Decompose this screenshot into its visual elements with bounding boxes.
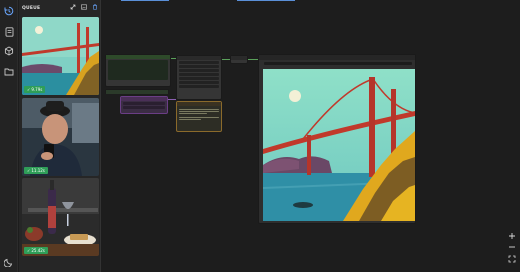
collapsed-node[interactable] [105,89,169,94]
queue-item[interactable]: ✓ 9.79s [22,17,99,95]
queue-panel: QUEUE ✓ 9.79s ✓ 11.12s ✓ 25.42s [19,0,101,272]
node-widget[interactable] [179,69,219,72]
vae-decode-node[interactable] [230,55,248,64]
queue-item-time: 25.42s [31,248,45,253]
folder-icon[interactable] [3,65,15,77]
history-icon[interactable] [3,5,15,17]
status-badge: ✓ 9.79s [24,86,46,93]
preview-image-node[interactable] [258,54,416,224]
check-icon: ✓ [27,248,31,253]
note-line [179,113,207,114]
moon-icon[interactable] [3,256,15,268]
node-header [231,56,247,60]
status-badge: ✓ 25.42s [24,247,48,254]
fit-view-icon[interactable] [508,255,516,263]
image-icon[interactable] [81,4,87,12]
queue-item[interactable]: ✓ 11.12s [22,98,99,176]
sampler-node[interactable] [176,55,222,100]
node-header [106,55,170,59]
node-widget[interactable] [179,61,219,64]
node-header [121,97,167,101]
node-widget[interactable] [179,77,219,80]
node-wire [222,59,230,60]
node-header [177,56,221,60]
tab-indicator [237,0,295,1]
node-widget[interactable] [179,81,219,84]
node-widget[interactable] [123,106,165,109]
status-badge: ✓ 11.12s [24,167,48,174]
queue-item-time: 11.12s [31,168,45,173]
node-widget[interactable] [123,102,165,105]
note-line [179,109,219,110]
queue-title: QUEUE [22,5,41,11]
trash-icon[interactable] [92,4,98,12]
node-wire [168,99,176,100]
queue-item[interactable]: ✓ 25.42s [22,178,99,256]
document-icon[interactable] [3,26,15,38]
app-window: QUEUE ✓ 9.79s ✓ 11.12s ✓ 25.42s [0,0,520,272]
node-widget[interactable] [264,62,412,65]
expand-icon[interactable] [70,4,76,12]
node-header [177,102,221,106]
node-widget[interactable] [179,85,219,88]
text-encode-node[interactable] [105,54,171,87]
check-icon: ✓ [27,87,31,92]
node-textarea[interactable] [108,60,168,80]
cube-icon[interactable] [3,45,15,57]
note-line [179,117,219,118]
tab-indicator [121,0,169,1]
side-rail [0,0,18,272]
zoom-in-icon[interactable] [508,232,516,240]
note-line [179,111,219,112]
node-header [259,55,415,60]
node-widget[interactable] [179,65,219,68]
node-widget[interactable] [179,73,219,76]
queue-item-time: 9.79s [31,87,43,92]
node-header [106,90,168,94]
zoom-out-icon[interactable] [508,243,516,251]
note-node[interactable] [176,101,222,132]
note-line [179,119,201,120]
check-icon: ✓ [27,168,31,173]
preview-image [263,69,415,221]
queue-header: QUEUE [19,0,101,16]
latent-image-node[interactable] [120,96,168,114]
